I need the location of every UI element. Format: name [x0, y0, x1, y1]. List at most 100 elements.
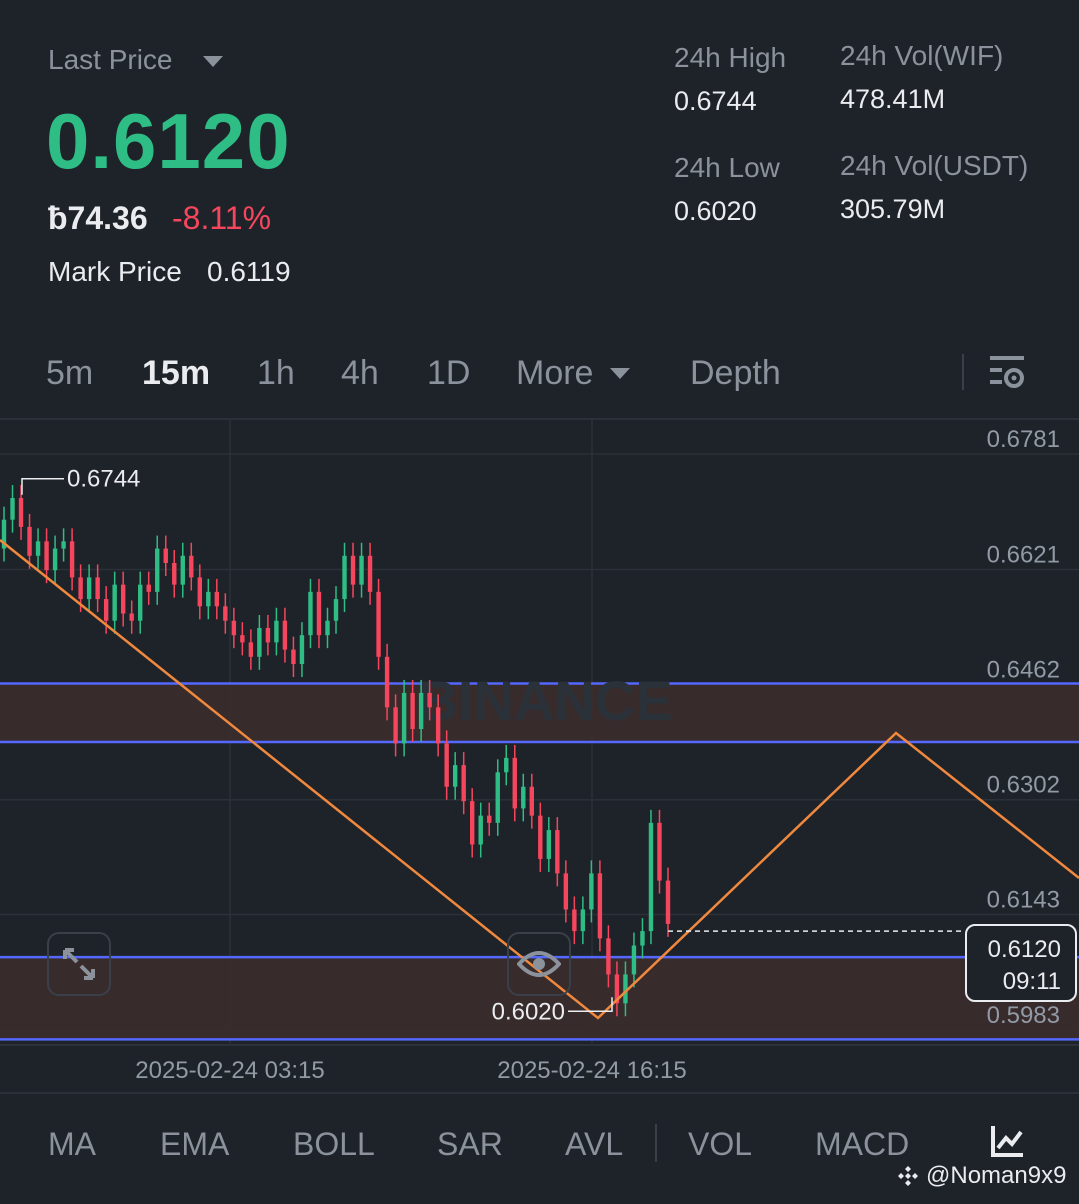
- candle-body: [393, 707, 398, 744]
- candle-body: [333, 599, 339, 621]
- candle-body: [299, 635, 305, 665]
- candle-body: [248, 642, 254, 657]
- candle-body: [504, 757, 509, 773]
- candle-body: [359, 555, 364, 585]
- price-tick-label: 0.6302: [987, 772, 1060, 799]
- low-value: 0.6020: [674, 196, 757, 226]
- indicator-macd[interactable]: MACD: [815, 1126, 909, 1163]
- indicator-ema[interactable]: EMA: [160, 1126, 229, 1163]
- mark-price-label: Mark Price: [48, 256, 182, 287]
- expand-icon: [63, 948, 95, 980]
- current-price-label: 0.6120 09:11: [965, 924, 1077, 1002]
- indicator-settings-icon[interactable]: [990, 1124, 1026, 1163]
- candle-body: [597, 873, 603, 939]
- tab-5m[interactable]: 5m: [46, 354, 93, 393]
- candle-body: [155, 548, 160, 592]
- indicator-ma[interactable]: MA: [48, 1126, 96, 1163]
- high-label: 24h High: [674, 42, 787, 73]
- candle-countdown: 09:11: [1002, 968, 1061, 995]
- candle-body: [231, 620, 237, 636]
- current-price: 0.6120: [987, 936, 1061, 963]
- tab-1d[interactable]: 1D: [427, 354, 470, 393]
- caret-down-icon: [202, 55, 223, 67]
- candle-body: [274, 620, 279, 643]
- high-marker-label: 0.6744: [67, 466, 140, 493]
- candle-body: [478, 815, 483, 845]
- candle-body: [95, 577, 100, 600]
- candle-body: [61, 541, 66, 549]
- candle-body: [146, 584, 151, 592]
- mark-price-value: 0.6119: [207, 256, 291, 287]
- candle-body: [44, 541, 49, 571]
- candle-body: [129, 613, 134, 621]
- candle-body: [257, 627, 262, 657]
- candle-body: [589, 873, 594, 910]
- vol-quote-label: 24h Vol(USDT): [840, 150, 1029, 181]
- candle-body: [657, 822, 662, 881]
- indicator-avl[interactable]: AVL: [565, 1126, 623, 1163]
- visibility-button[interactable]: [507, 932, 571, 996]
- tab-depth[interactable]: Depth: [690, 354, 781, 393]
- price-tick-label: 0.5983: [987, 1002, 1060, 1029]
- tab-1h[interactable]: 1h: [257, 354, 295, 393]
- candle-body: [580, 909, 586, 932]
- candle-body: [631, 945, 637, 975]
- time-axis: 2025-02-24 03:15 2025-02-24 16:15: [135, 1057, 687, 1084]
- candle-body: [452, 765, 458, 787]
- candle-body: [487, 815, 492, 823]
- watermark-handle: @Noman9x9: [926, 1162, 1067, 1189]
- time-tick-label: 2025-02-24 03:15: [135, 1057, 325, 1084]
- indicator-boll[interactable]: BOLL: [293, 1126, 375, 1163]
- candle-body: [52, 548, 58, 571]
- candle-body: [112, 584, 117, 621]
- candle-body: [376, 591, 381, 657]
- candle-body: [120, 584, 126, 614]
- chart-settings-icon[interactable]: [988, 354, 1028, 392]
- price-tick-label: 0.6462: [987, 656, 1060, 683]
- binance-watermark: BINANCE: [417, 669, 672, 732]
- candle-body: [367, 555, 373, 592]
- candle-body: [172, 562, 177, 585]
- candle-body: [427, 692, 432, 708]
- eye-icon: [517, 951, 561, 977]
- candle-body: [308, 591, 313, 636]
- candle-body: [512, 757, 517, 809]
- divider: [655, 1124, 657, 1162]
- candle-body: [342, 555, 347, 600]
- low-label: 24h Low: [674, 152, 780, 183]
- candle-body: [546, 830, 552, 859]
- candle-body: [138, 584, 143, 621]
- tab-4h[interactable]: 4h: [341, 354, 379, 393]
- user-watermark: @Noman9x9: [896, 1162, 1066, 1190]
- candle-body: [282, 620, 288, 650]
- candle-body: [35, 541, 41, 556]
- last-price-selector[interactable]: Last Price: [48, 44, 223, 76]
- candle-body: [180, 555, 185, 585]
- candle-body: [291, 649, 296, 665]
- candle-body: [316, 591, 322, 636]
- price-tick-label: 0.6621: [987, 541, 1060, 568]
- tab-more[interactable]: More: [516, 354, 593, 393]
- candle-body: [69, 541, 75, 578]
- candle-body: [189, 555, 194, 578]
- candle-body: [384, 656, 390, 708]
- candle-body: [470, 801, 475, 845]
- candle-body: [521, 786, 526, 809]
- tab-15m[interactable]: 15m: [142, 354, 210, 393]
- divider: [962, 354, 964, 390]
- indicator-vol[interactable]: VOL: [688, 1126, 752, 1163]
- caret-down-icon: [610, 368, 630, 379]
- candle-body: [214, 591, 220, 607]
- candle-body: [495, 772, 500, 823]
- candle-body: [640, 931, 645, 946]
- vol-base-label: 24h Vol(WIF): [840, 40, 1004, 71]
- candle-body: [410, 692, 415, 730]
- candle-body: [206, 591, 211, 607]
- indicator-sar[interactable]: SAR: [437, 1126, 503, 1163]
- fullscreen-button[interactable]: [47, 932, 111, 996]
- candle-body: [163, 548, 168, 563]
- candle-body: [197, 577, 202, 607]
- candle-body: [529, 786, 534, 816]
- candle-body: [401, 692, 407, 744]
- candle-body: [563, 873, 569, 910]
